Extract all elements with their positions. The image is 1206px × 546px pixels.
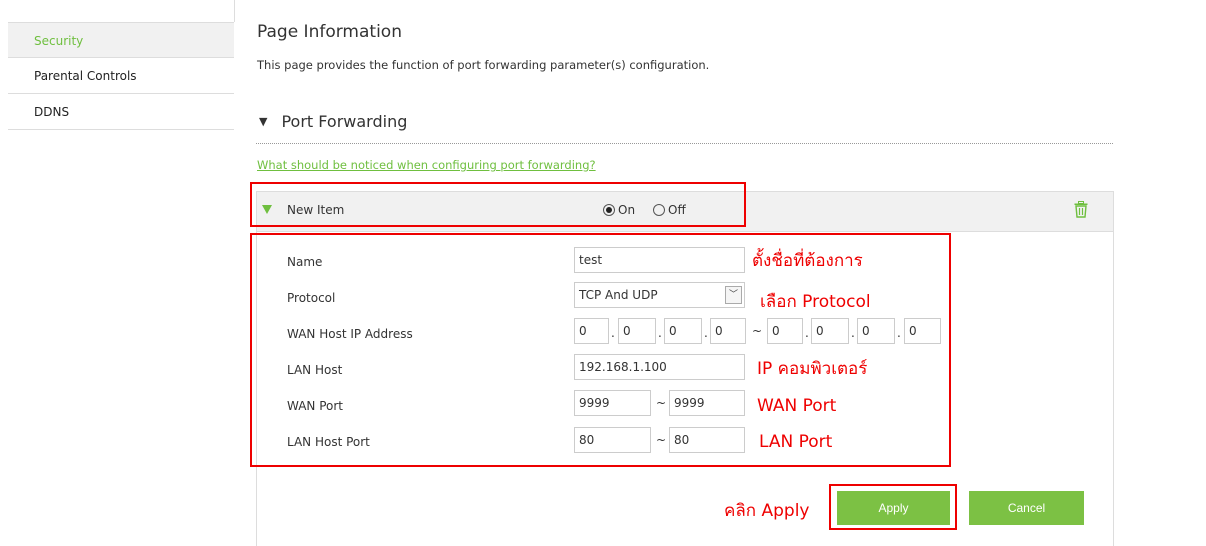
- wan-port-start-field[interactable]: 9999: [574, 390, 651, 416]
- divider: [256, 143, 1113, 144]
- section-title: Port Forwarding: [281, 112, 408, 131]
- sidebar-item-ddns[interactable]: DDNS: [8, 94, 234, 130]
- annotation-protocol: เลือก Protocol: [760, 292, 871, 312]
- annotation-name: ตั้งชื่อที่ต้องการ: [752, 251, 863, 271]
- annotation-wan-port: WAN Port: [757, 396, 837, 416]
- protocol-value: TCP And UDP: [579, 288, 658, 302]
- annotation-lan-port: LAN Port: [759, 432, 833, 452]
- name-label: Name: [287, 255, 323, 269]
- wan-ip-end-octet-4[interactable]: 0: [904, 318, 941, 344]
- sidebar-item-security[interactable]: Security: [8, 22, 234, 58]
- lan-port-end-field[interactable]: 80: [669, 427, 745, 453]
- chevron-down-icon: ﹀: [725, 286, 742, 304]
- page-description: This page provides the function of port …: [257, 58, 710, 72]
- annotation-apply: คลิก Apply: [724, 501, 810, 521]
- wan-ip-end-octet-2[interactable]: 0: [811, 318, 849, 344]
- lan-port-label: LAN Host Port: [287, 435, 370, 449]
- wan-ip-start-octet-4[interactable]: 0: [710, 318, 746, 344]
- wan-ip-label: WAN Host IP Address: [287, 327, 413, 341]
- ip-dot: .: [704, 326, 708, 340]
- sidebar: Security Parental Controls DDNS: [8, 0, 235, 132]
- ip-dot: .: [897, 326, 901, 340]
- wan-ip-start-octet-1[interactable]: 0: [574, 318, 609, 344]
- page-title: Page Information: [257, 22, 402, 42]
- lan-host-field[interactable]: 192.168.1.100: [574, 354, 745, 380]
- range-tilde: ~: [752, 324, 763, 338]
- protocol-select[interactable]: TCP And UDP ﹀: [574, 282, 745, 308]
- ip-dot: .: [658, 326, 662, 340]
- protocol-label: Protocol: [287, 291, 336, 305]
- wan-ip-end-octet-3[interactable]: 0: [857, 318, 895, 344]
- ip-dot: .: [805, 326, 809, 340]
- lan-host-label: LAN Host: [287, 363, 343, 377]
- cancel-button[interactable]: Cancel: [969, 491, 1084, 525]
- highlight-box: [250, 182, 746, 227]
- range-tilde: ~: [656, 396, 667, 410]
- apply-button[interactable]: Apply: [837, 491, 950, 525]
- divider: [234, 0, 235, 22]
- section-toggle-port-forwarding[interactable]: ▼ Port Forwarding: [259, 112, 407, 131]
- lan-port-start-field[interactable]: 80: [574, 427, 651, 453]
- wan-ip-start-octet-2[interactable]: 0: [618, 318, 656, 344]
- trash-icon[interactable]: [1074, 201, 1088, 221]
- annotation-lan-host: IP คอมพิวเตอร์: [757, 359, 868, 379]
- wan-port-end-field[interactable]: 9999: [669, 390, 745, 416]
- name-field[interactable]: test: [574, 247, 745, 273]
- ip-dot: .: [611, 326, 615, 340]
- wan-port-label: WAN Port: [287, 399, 343, 413]
- range-tilde: ~: [656, 433, 667, 447]
- wan-ip-start-octet-3[interactable]: 0: [664, 318, 702, 344]
- sidebar-item-parental-controls[interactable]: Parental Controls: [8, 58, 234, 94]
- ip-dot: .: [851, 326, 855, 340]
- help-link[interactable]: What should be noticed when configuring …: [257, 158, 596, 172]
- wan-ip-end-octet-1[interactable]: 0: [767, 318, 803, 344]
- triangle-down-icon: ▼: [259, 115, 268, 128]
